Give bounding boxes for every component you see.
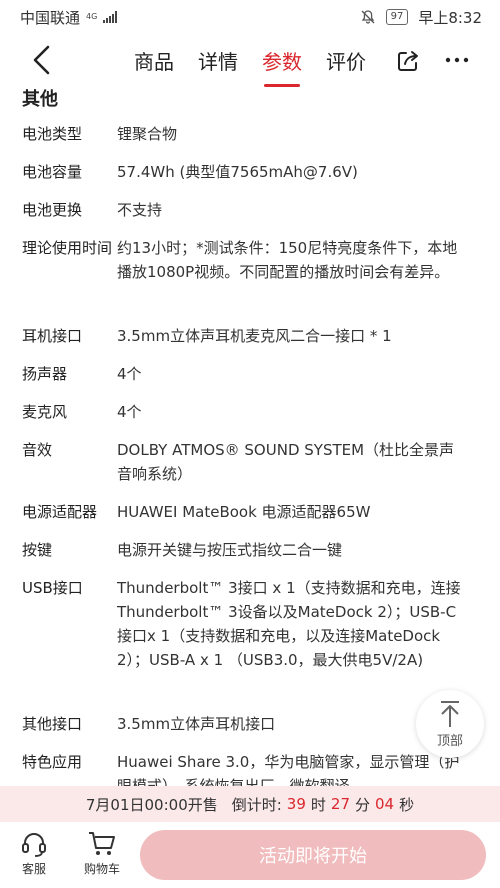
minute-unit: 分 [355,795,371,814]
spec-value: DOLBY ATMOS® SOUND SYSTEM（杜比全景声音响系统） [117,441,455,483]
cart-label: 购物车 [84,862,121,876]
spec-row-power-adapter: 电源适配器 HUAWEI MateBook 电源适配器65W [0,500,500,538]
top-nav: 商品 详情 参数 评价 [0,34,500,87]
section-title: 其他 [22,89,58,110]
countdown-label: 倒计时: [231,795,282,814]
more-icon[interactable] [444,50,470,70]
bottom-action-bar: 客服 购物车 活动即将开始 [0,822,500,888]
sale-start-text: 7月01日00:00开售 [85,795,218,814]
second-unit: 秒 [399,795,415,814]
spec-value: 电源开关键与按压式指纹二合一键 [117,541,343,559]
countdown-bar: 7月01日00:00开售 倒计时: 39 时 27 分 04 秒 [0,786,500,822]
spec-row-audio: 音效 DOLBY ATMOS® SOUND SYSTEM（杜比全景声音响系统） [0,438,500,500]
cart-button[interactable]: 购物车 [84,830,120,877]
spec-value: 4个 [117,365,142,383]
spec-value: 约13小时；*测试条件：150尼特亮度条件下，本地播放1080P视频。不同配置的… [117,239,458,281]
countdown-hours: 39 [286,795,306,813]
spec-label: 扬声器 [22,365,68,383]
spec-row-battery-type: 电池类型 锂聚合物 [0,122,500,160]
spec-value: 3.5mm立体声耳机麦克风二合一接口 * 1 [117,327,392,345]
spec-value: HUAWEI MateBook 电源适配器65W [117,503,371,521]
battery-icon: 97 [385,9,409,25]
network-type: 4G [86,12,98,21]
status-bar: 中国联通 4G 97 早上8:32 [0,0,500,34]
back-arrow-icon[interactable] [30,44,54,76]
spec-value: 3.5mm立体声耳机接口 [117,715,276,733]
spec-row-battery-capacity: 电池容量 57.4Wh (典型值7565mAh@7.6V) [0,160,500,198]
spec-value: Thunderbolt™ 3接口 x 1（支持数据和充电，连接Thunderbo… [117,579,461,669]
headset-icon [22,833,46,857]
spec-row-battery-replace: 电池更换 不支持 [0,198,500,236]
tab-reviews[interactable]: 评价 [326,46,366,75]
countdown-seconds: 04 [375,795,395,813]
customer-service-label: 客服 [21,862,46,876]
spec-value: 不支持 [117,201,163,219]
spec-label: 理论使用时间 [22,239,113,257]
up-arrow-icon [441,700,459,727]
spec-row-microphone: 麦克风 4个 [0,400,500,438]
countdown-minutes: 27 [330,795,350,813]
signal-icon [103,11,118,23]
spec-row-usb: USB接口 Thunderbolt™ 3接口 x 1（支持数据和充电，连接Thu… [0,576,500,712]
tab-specs[interactable]: 参数 [262,46,302,87]
spec-row-battery-life: 理论使用时间 约13小时；*测试条件：150尼特亮度条件下，本地播放1080P视… [0,236,500,324]
share-icon[interactable] [396,49,420,73]
status-right: 97 早上8:32 [360,7,482,28]
spec-label: 麦克风 [22,403,68,421]
spec-row-buttons: 按键 电源开关键与按压式指纹二合一键 [0,538,500,576]
spec-row-speakers: 扬声器 4个 [0,362,500,400]
spec-label: 耳机接口 [22,327,83,345]
status-left: 中国联通 4G [20,7,118,28]
spec-label: 电池类型 [22,125,83,143]
tab-bar: 商品 详情 参数 评价 [134,34,366,87]
back-to-top-button[interactable]: 顶部 [416,690,484,758]
spec-label: 电池容量 [22,163,83,181]
hour-unit: 时 [310,795,326,814]
back-to-top-label: 顶部 [436,733,463,749]
tab-details[interactable]: 详情 [198,46,238,75]
customer-service-button[interactable]: 客服 [20,830,48,877]
spec-row-headphone-jack: 耳机接口 3.5mm立体声耳机麦克风二合一接口 * 1 [0,324,500,362]
carrier-name: 中国联通 [20,8,81,27]
spec-label: 电池更换 [22,201,83,219]
spec-value: 57.4Wh (典型值7565mAh@7.6V) [117,163,358,181]
clock: 早上8:32 [418,8,482,27]
spec-label: 其他接口 [22,715,83,733]
spec-label: 按键 [22,541,53,559]
cart-icon [89,832,115,855]
mute-bell-icon [361,10,375,24]
tab-product[interactable]: 商品 [134,46,174,75]
spec-value: 4个 [117,403,142,421]
spec-label: 电源适配器 [22,503,98,521]
spec-label: USB接口 [22,579,83,597]
spec-label: 音效 [22,441,53,459]
activity-coming-soon-button[interactable]: 活动即将开始 [140,830,486,880]
spec-value: 锂聚合物 [117,125,178,143]
